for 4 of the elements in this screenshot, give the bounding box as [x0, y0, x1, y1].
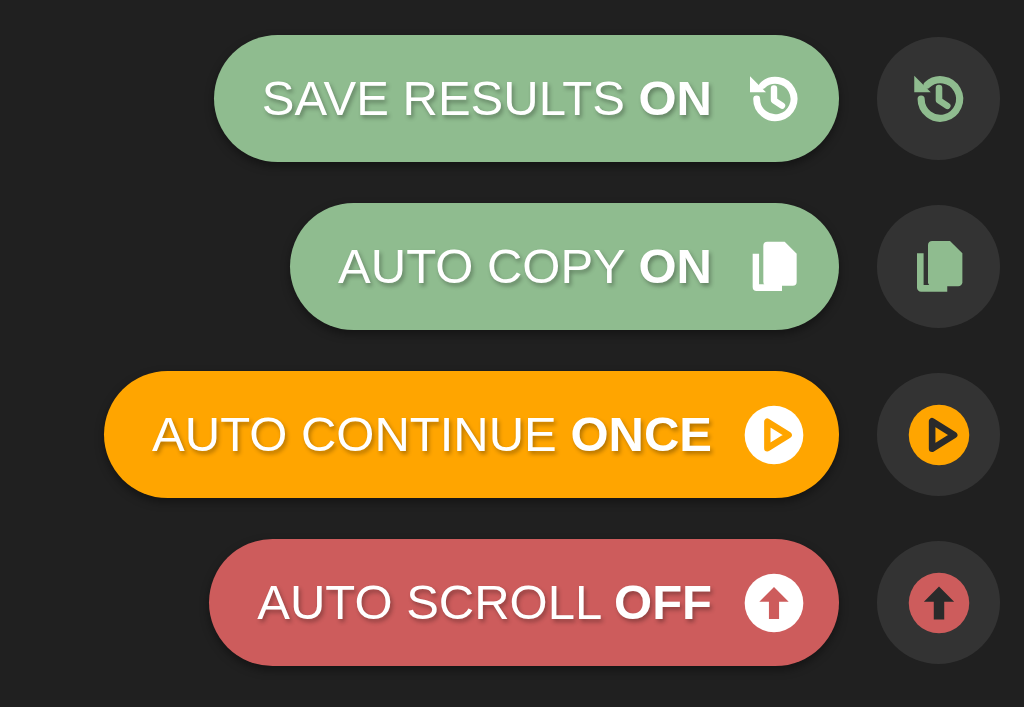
toggle-button[interactable]: SAVE RESULTS ON: [213, 35, 839, 162]
toggle-button[interactable]: AUTO SCROLL OFF: [209, 539, 839, 666]
toggle-button[interactable]: AUTO COPY ON: [290, 203, 839, 330]
toggle-button[interactable]: AUTO CONTINUE ONCE: [104, 371, 839, 498]
